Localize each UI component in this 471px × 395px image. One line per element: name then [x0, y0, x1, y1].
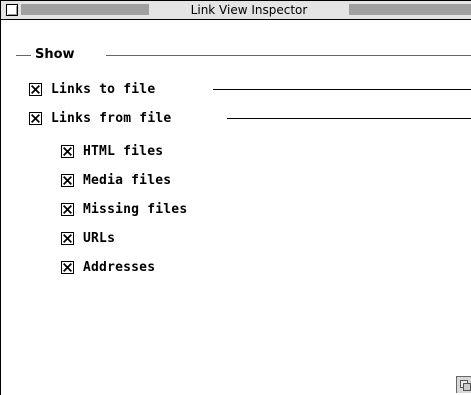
checkbox-label: Addresses	[83, 259, 156, 275]
checkbox-box[interactable]	[61, 202, 74, 216]
title-bar-stripes-right	[349, 4, 471, 15]
checkmark-x-icon	[63, 262, 72, 272]
checkbox-box[interactable]	[29, 111, 42, 125]
checkbox-label: HTML files	[83, 143, 164, 159]
checkmark-x-icon	[31, 84, 40, 94]
group-title: Show	[35, 47, 75, 62]
checkbox-box[interactable]	[29, 82, 42, 96]
checkmark-x-icon	[31, 113, 40, 123]
resize-grip-icon[interactable]	[456, 376, 471, 393]
checkbox-html-files[interactable]: HTML files	[61, 142, 163, 160]
resize-grip-square-front	[463, 383, 471, 391]
checkmark-x-icon	[63, 204, 72, 214]
checkmark-x-icon	[63, 233, 72, 243]
checkbox-label: Media files	[83, 172, 172, 188]
checkmark-x-icon	[63, 175, 72, 185]
checkbox-box[interactable]	[61, 231, 74, 245]
checkbox-links-to-file[interactable]: Links to file	[29, 80, 155, 98]
checkbox-box[interactable]	[61, 260, 74, 274]
checkbox-media-files[interactable]: Media files	[61, 171, 171, 189]
checkmark-x-icon	[63, 146, 72, 156]
group-divider-left	[16, 55, 31, 56]
link-to-file-line	[213, 89, 471, 90]
checkbox-box[interactable]	[61, 144, 74, 158]
title-bar-stripes-left	[21, 4, 149, 15]
checkbox-urls[interactable]: URLs	[61, 229, 115, 247]
checkbox-missing-files[interactable]: Missing files	[61, 200, 187, 218]
group-divider-right	[106, 55, 471, 56]
checkbox-box[interactable]	[61, 173, 74, 187]
checkbox-label: Links to file	[51, 81, 156, 97]
window-title: Link View Inspector	[149, 2, 349, 18]
close-box-icon[interactable]	[6, 4, 18, 16]
title-bar[interactable]: Link View Inspector	[1, 1, 471, 20]
checkbox-label: URLs	[83, 230, 116, 246]
inspector-window: Link View Inspector Show Links to file L…	[0, 0, 471, 395]
checkbox-label: Links from file	[51, 110, 172, 126]
link-from-file-line	[227, 118, 471, 119]
checkbox-links-from-file[interactable]: Links from file	[29, 109, 171, 127]
checkbox-label: Missing files	[83, 201, 188, 217]
checkbox-addresses[interactable]: Addresses	[61, 258, 155, 276]
